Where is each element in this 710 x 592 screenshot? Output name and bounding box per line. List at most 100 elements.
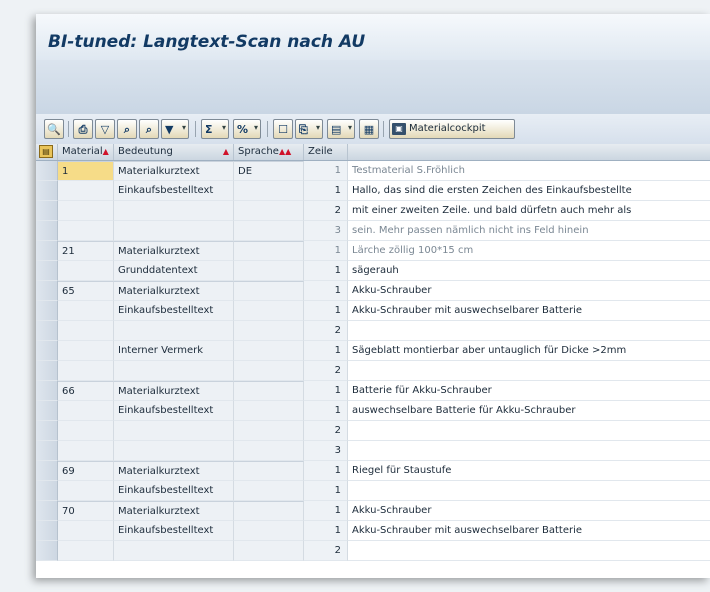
table-row[interactable]: 2 (36, 421, 710, 441)
find-next-button[interactable]: ⌕ (139, 119, 159, 139)
cell-material (58, 321, 114, 341)
subtotal-button[interactable]: % (233, 119, 261, 139)
row-selector[interactable] (36, 381, 58, 401)
table-row[interactable]: 65 Materialkurztext 1 Akku-Schrauber (36, 281, 710, 301)
cell-material (58, 301, 114, 321)
column-header-sprache[interactable]: Sprache▲▲ (234, 144, 304, 160)
filter-button[interactable]: ▽ (95, 119, 115, 139)
cell-text: Batterie für Akku-Schrauber (348, 381, 710, 401)
table-row[interactable]: 3 sein. Mehr passen nämlich nicht ins Fel… (36, 221, 710, 241)
table-row[interactable]: 1 Materialkurztext DE 1 Testmaterial S.Fröhl… (36, 161, 710, 181)
set-filter-button[interactable]: ▼ (161, 119, 189, 139)
column-header-material[interactable]: Material▲ (58, 144, 114, 160)
row-selector[interactable] (36, 261, 58, 281)
table-row[interactable]: 21 Materialkurztext 1 Lärche zöllig 100*15 … (36, 241, 710, 261)
table-row[interactable]: Einkaufsbestelltext 1 Akku-Schrauber mit a… (36, 521, 710, 541)
table-row[interactable]: Einkaufsbestelltext 1 auswechselbare Batte… (36, 401, 710, 421)
cell-sprache (234, 381, 304, 401)
sum-button[interactable]: Σ (201, 119, 229, 139)
table-row[interactable]: Interner Vermerk 1 Sägeblatt montierbar ab… (36, 341, 710, 361)
table-row[interactable]: 2 (36, 541, 710, 561)
cell-material (58, 441, 114, 461)
table-row[interactable]: 70 Materialkurztext 1 Akku-Schrauber (36, 501, 710, 521)
cell-bedeutung (114, 441, 234, 461)
table-row[interactable]: 3 (36, 441, 710, 461)
cell-text: Riegel für Staustufe (348, 461, 710, 481)
cell-text: sein. Mehr passen nämlich nicht ins Feld… (348, 221, 710, 241)
cell-zeile: 1 (304, 381, 348, 401)
row-selector[interactable] (36, 301, 58, 321)
cell-bedeutung: Materialkurztext (114, 241, 234, 261)
cell-material: 70 (58, 501, 114, 521)
cell-bedeutung: Materialkurztext (114, 161, 234, 181)
cell-text: sägerauh (348, 261, 710, 281)
table-row[interactable]: Grunddatentext 1 sägerauh (36, 261, 710, 281)
title-bar: BI-tuned: Langtext-Scan nach AU (36, 14, 710, 60)
row-selector[interactable] (36, 441, 58, 461)
table-row[interactable]: 69 Materialkurztext 1 Riegel für Staustufe (36, 461, 710, 481)
details-button[interactable]: 🔍 (44, 119, 64, 139)
layout-button[interactable]: ▤ (327, 119, 355, 139)
select-all-icon: ▤ (39, 145, 53, 158)
table-row[interactable]: 2 mit einer zweiten Zeile. und bald dürfe… (36, 201, 710, 221)
row-selector[interactable] (36, 241, 58, 261)
export-button[interactable]: ⎘ (295, 119, 323, 139)
cell-sprache (234, 321, 304, 341)
subtotal-icon: % (237, 122, 249, 136)
row-selector[interactable] (36, 421, 58, 441)
find-next-icon: ⌕ (145, 122, 153, 136)
row-selector[interactable] (36, 181, 58, 201)
row-selector[interactable] (36, 521, 58, 541)
toolbar-separator (267, 121, 268, 137)
table-row[interactable]: 2 (36, 361, 710, 381)
cell-sprache (234, 361, 304, 381)
row-selector[interactable] (36, 221, 58, 241)
page-title: BI-tuned: Langtext-Scan nach AU (48, 32, 366, 52)
cell-bedeutung: Grunddatentext (114, 261, 234, 281)
cell-text (348, 421, 710, 441)
cell-bedeutung: Einkaufsbestelltext (114, 481, 234, 501)
row-selector[interactable] (36, 321, 58, 341)
row-selector[interactable] (36, 281, 58, 301)
row-selector[interactable] (36, 461, 58, 481)
grid-button[interactable]: ▦ (359, 119, 379, 139)
cell-material: 1 (58, 161, 114, 181)
alv-toolbar: 🔍 ⎙ ▽ ⌕ ⌕ ▼ Σ % ☐ ⎘ ▤ ▦ ▣ Materialcockpi… (36, 114, 710, 144)
table-row[interactable]: 2 (36, 321, 710, 341)
row-selector[interactable] (36, 161, 58, 181)
select-all-cell[interactable]: ▤ (36, 144, 58, 160)
row-selector[interactable] (36, 541, 58, 561)
layout-icon: ▤ (331, 122, 342, 136)
view-button[interactable]: ☐ (273, 119, 293, 139)
cell-text (348, 481, 710, 501)
table-row[interactable]: Einkaufsbestelltext 1 Hallo, das sind die … (36, 181, 710, 201)
find-icon: ⌕ (123, 122, 131, 136)
cell-material (58, 261, 114, 281)
cell-bedeutung: Einkaufsbestelltext (114, 401, 234, 421)
table-row[interactable]: 66 Materialkurztext 1 Batterie für Akku-Sch… (36, 381, 710, 401)
cell-sprache (234, 421, 304, 441)
cell-zeile: 1 (304, 301, 348, 321)
row-selector[interactable] (36, 361, 58, 381)
column-header-zeile[interactable]: Zeile (304, 144, 348, 160)
cell-bedeutung: Einkaufsbestelltext (114, 301, 234, 321)
find-button[interactable]: ⌕ (117, 119, 137, 139)
cell-sprache (234, 541, 304, 561)
row-selector[interactable] (36, 341, 58, 361)
column-header-zeile-label: Zeile (308, 146, 333, 157)
row-selector[interactable] (36, 401, 58, 421)
sort-asc-icon: ▲ (285, 147, 292, 156)
cell-material: 65 (58, 281, 114, 301)
set-filter-icon: ▼ (165, 122, 174, 136)
column-header-text[interactable] (348, 144, 710, 160)
column-header-material-label: Material (62, 146, 103, 157)
column-header-bedeutung[interactable]: Bedeutung ▲ (114, 144, 234, 160)
materialcockpit-button[interactable]: ▣ Materialcockpit (389, 119, 515, 139)
cell-sprache: DE (234, 161, 304, 181)
row-selector[interactable] (36, 501, 58, 521)
table-row[interactable]: Einkaufsbestelltext 1 Akku-Schrauber mit a… (36, 301, 710, 321)
row-selector[interactable] (36, 201, 58, 221)
table-row[interactable]: Einkaufsbestelltext 1 (36, 481, 710, 501)
print-button[interactable]: ⎙ (73, 119, 93, 139)
row-selector[interactable] (36, 481, 58, 501)
